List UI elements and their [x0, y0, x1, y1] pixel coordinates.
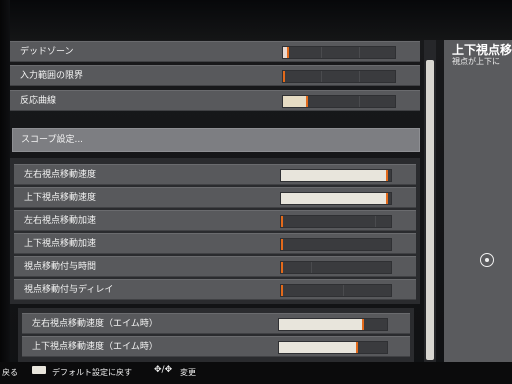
back-label[interactable]: 戻る — [2, 367, 18, 378]
description-text: 視点が上下に — [452, 57, 500, 66]
row-label: 視点移動付与時間 — [24, 262, 97, 272]
slider-tick — [359, 47, 360, 58]
settings-row-deadzone[interactable]: デッドゾーン — [10, 41, 420, 62]
deadzone-slider[interactable] — [282, 46, 396, 59]
slider-handle[interactable] — [281, 216, 283, 227]
row-label: 視点移動付与ディレイ — [24, 285, 114, 295]
vertical-accel-slider[interactable] — [280, 238, 392, 251]
settings-row-horizontal-speed[interactable]: 左右視点移動速度 — [14, 164, 416, 185]
horizontal-accel-slider[interactable] — [280, 215, 392, 228]
settings-row-horizontal-speed-aim[interactable]: 左右視点移動速度（エイム時） — [22, 313, 410, 334]
settings-row-vertical-accel[interactable]: 上下視点移動加速 — [14, 233, 416, 254]
vertical-speed-slider[interactable] — [280, 192, 392, 205]
slider-tick — [359, 96, 360, 107]
slider-handle[interactable] — [386, 193, 388, 204]
slider-handle[interactable] — [386, 170, 388, 181]
footer-bar: 戻る デフォルト設定に戻す 変更 — [0, 362, 512, 384]
vertical-speed-aim-slider[interactable] — [278, 341, 388, 354]
left-dark-edge — [0, 0, 10, 384]
slider-tick — [359, 71, 360, 82]
row-label: 左右視点移動速度（エイム時） — [32, 319, 158, 329]
row-label: 上下視点移動加速 — [24, 239, 97, 249]
slider-tick — [343, 285, 344, 296]
row-label: 反応曲線 — [20, 96, 57, 106]
assist-time-slider[interactable] — [280, 261, 392, 274]
settings-row-input-limit[interactable]: 入力範囲の限界 — [10, 65, 420, 86]
slider-handle[interactable] — [306, 96, 308, 107]
row-label: 入力範囲の限界 — [20, 71, 84, 81]
top-dark-area — [0, 0, 512, 40]
settings-row-assist-time[interactable]: 視点移動付与時間 — [14, 256, 416, 277]
assist-delay-slider[interactable] — [280, 284, 392, 297]
horizontal-speed-aim-slider[interactable] — [278, 318, 388, 331]
slider-fill — [281, 193, 387, 204]
scope-settings-button[interactable]: スコープ設定... — [12, 128, 420, 152]
scope-settings-label: スコープ設定... — [21, 135, 84, 145]
settings-row-assist-delay[interactable]: 視点移動付与ディレイ — [14, 279, 416, 300]
slider-fill — [279, 319, 363, 330]
slider-handle[interactable] — [356, 342, 358, 353]
settings-row-horizontal-accel[interactable]: 左右視点移動加速 — [14, 210, 416, 231]
cursor-dot-icon — [485, 258, 489, 262]
change-label[interactable]: 変更 — [180, 367, 196, 378]
slider-handle[interactable] — [283, 71, 285, 82]
input-limit-slider[interactable] — [282, 70, 396, 83]
response-curve-slider[interactable] — [282, 95, 396, 108]
slider-handle[interactable] — [281, 285, 283, 296]
row-label: デッドゾーン — [20, 47, 74, 57]
slider-fill — [283, 96, 307, 107]
slider-tick — [321, 71, 322, 82]
dpad-icon: ✥/✥ — [154, 365, 173, 375]
settings-row-vertical-speed-aim[interactable]: 上下視点移動速度（エイム時） — [22, 336, 410, 357]
row-label: 上下視点移動速度（エイム時） — [32, 342, 158, 352]
slider-handle[interactable] — [287, 47, 289, 58]
reset-key-icon — [32, 366, 46, 374]
description-panel — [444, 40, 512, 362]
slider-handle[interactable] — [281, 262, 283, 273]
scrollbar-thumb[interactable] — [426, 60, 434, 360]
slider-fill — [279, 342, 357, 353]
row-label: 左右視点移動速度 — [24, 170, 97, 180]
horizontal-speed-slider[interactable] — [280, 169, 392, 182]
settings-row-vertical-speed[interactable]: 上下視点移動速度 — [14, 187, 416, 208]
settings-row-response-curve[interactable]: 反応曲線 — [10, 90, 420, 111]
slider-tick — [311, 262, 312, 273]
slider-tick — [321, 47, 322, 58]
slider-tick — [375, 216, 376, 227]
row-label: 左右視点移動加速 — [24, 216, 97, 226]
slider-handle[interactable] — [281, 239, 283, 250]
row-label: 上下視点移動速度 — [24, 193, 97, 203]
slider-handle[interactable] — [362, 319, 364, 330]
reset-defaults-label[interactable]: デフォルト設定に戻す — [52, 367, 132, 378]
slider-fill — [281, 170, 387, 181]
